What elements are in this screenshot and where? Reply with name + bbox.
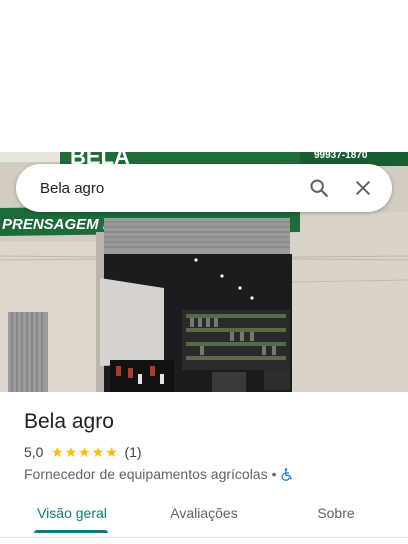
place-tabs: Visão geral Avaliações Sobre: [0, 496, 408, 536]
tab-reviews[interactable]: Avaliações: [164, 496, 244, 536]
wheelchair-icon: [281, 467, 292, 481]
phone-text: 99937-1870: [314, 152, 368, 161]
place-category[interactable]: Fornecedor de equipamentos agrícolas: [24, 465, 268, 483]
tab-about[interactable]: Sobre: [312, 496, 360, 536]
place-title: Bela agro: [24, 410, 114, 433]
search-bar: [16, 164, 392, 212]
tab-label: Avaliações: [170, 505, 238, 521]
tab-label: Sobre: [317, 505, 355, 521]
search-input[interactable]: [40, 179, 300, 197]
rating-value: 5,0: [24, 444, 44, 460]
close-icon: [356, 181, 370, 195]
tab-label: Visão geral: [37, 505, 107, 521]
star-icon: ★: [78, 444, 91, 460]
category-row: Fornecedor de equipamentos agrícolas •: [24, 465, 392, 483]
star-icon: ★: [64, 444, 78, 460]
star-icon: ★: [105, 444, 118, 460]
rating-row[interactable]: 5,0 ★ ★ ★ ★ ★ (1): [24, 443, 392, 461]
place-info: Bela agro 5,0 ★ ★ ★ ★ ★ (1) Fornecedor d…: [24, 408, 392, 483]
active-tab-indicator: [34, 530, 108, 533]
clear-search-button[interactable]: [344, 169, 382, 207]
tabs-divider: [0, 537, 408, 538]
rating-stars: ★ ★ ★ ★ ★: [50, 443, 118, 461]
review-count[interactable]: (1): [124, 443, 141, 461]
place-page: BELA 99937-1870 PRENSAGEM DE MANGUEIRAS: [0, 0, 408, 544]
star-icon: ★: [50, 444, 64, 460]
search-button[interactable]: [300, 169, 338, 207]
separator-dot: •: [271, 466, 277, 482]
star-icon: ★: [91, 444, 105, 460]
search-icon: [310, 179, 328, 197]
